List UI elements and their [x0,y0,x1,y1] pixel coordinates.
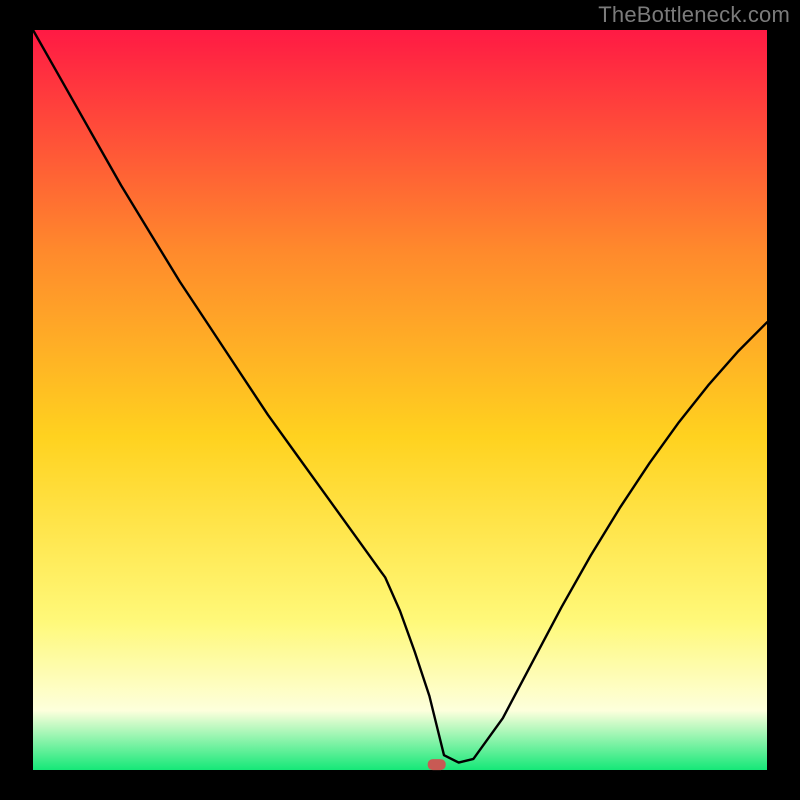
chart-frame: TheBottleneck.com [0,0,800,800]
bottleneck-chart [0,0,800,800]
plot-background [33,30,767,770]
watermark-text: TheBottleneck.com [598,2,790,28]
optimal-marker [428,759,446,770]
